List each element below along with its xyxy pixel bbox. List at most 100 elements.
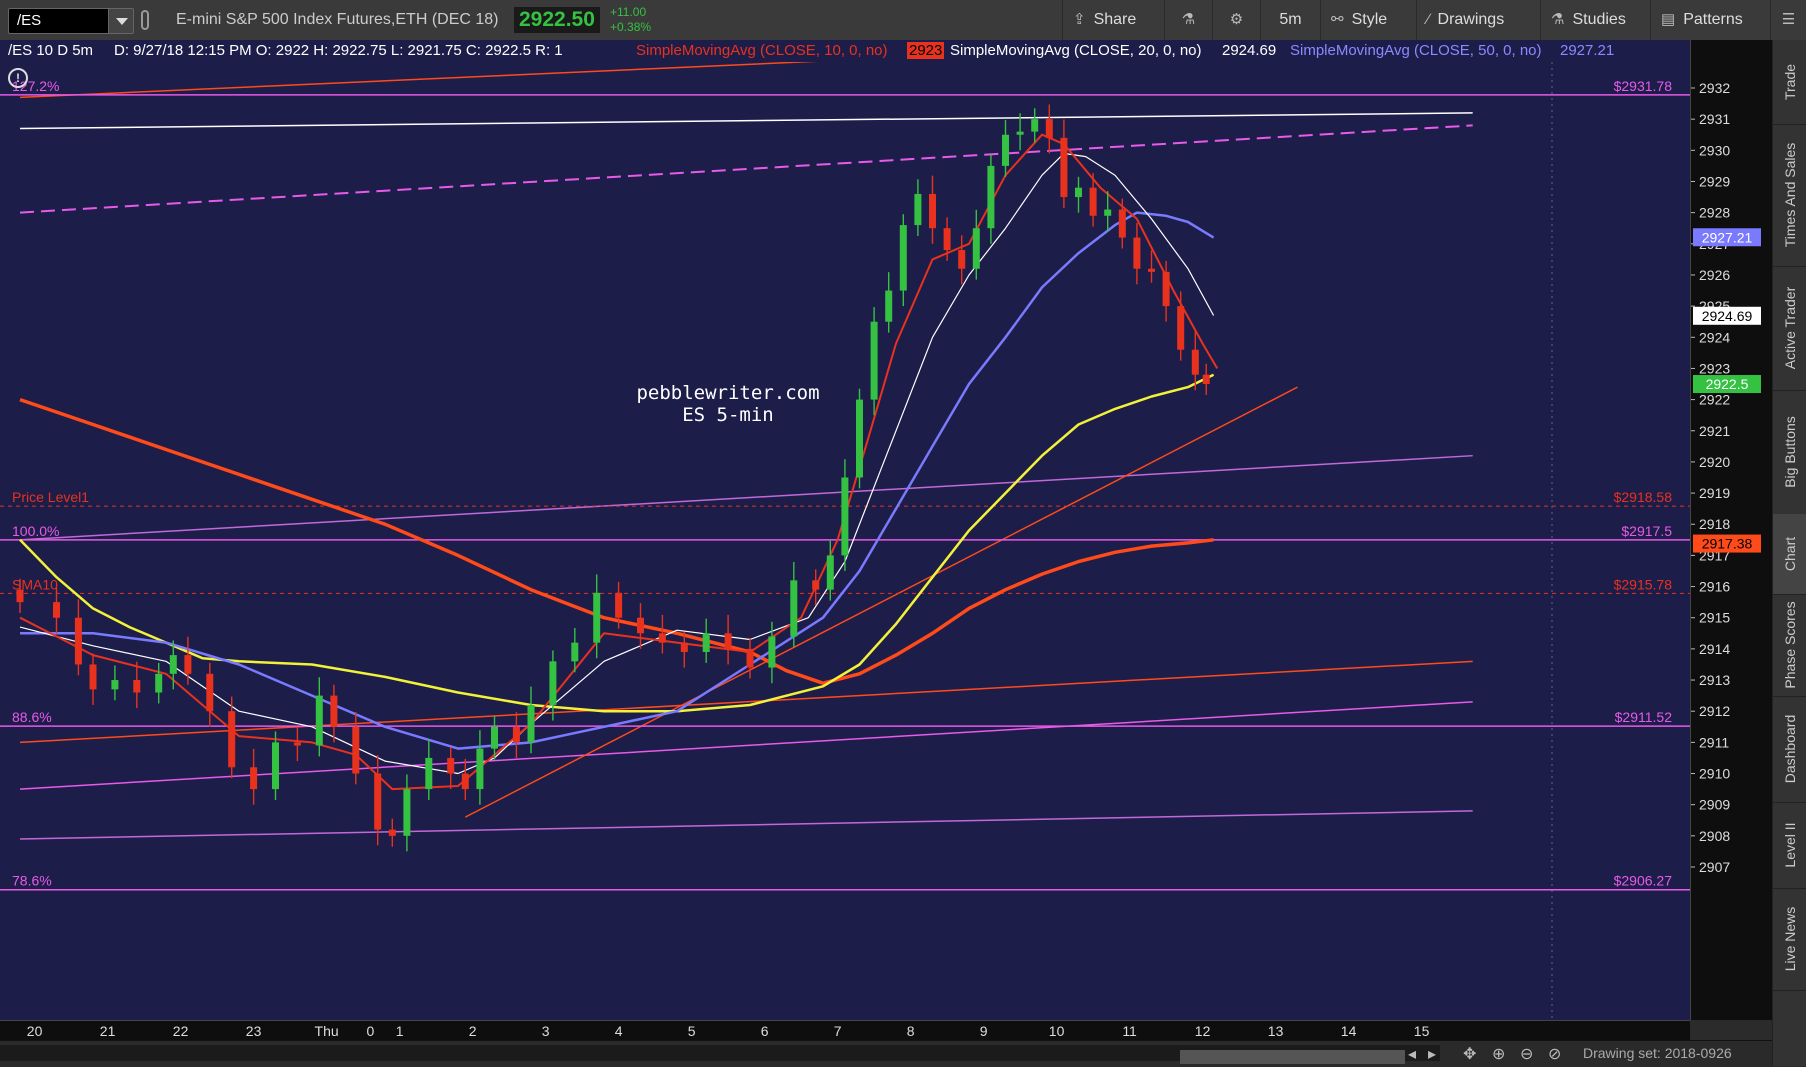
right-sidebar: Trade Times And Sales Active Trader Big But…	[1772, 40, 1806, 1066]
candle-body	[155, 673, 163, 693]
tab-label: Big Buttons	[1782, 416, 1798, 488]
menu-button[interactable]: ☰	[1770, 0, 1806, 40]
info-icon[interactable]: !	[8, 68, 28, 88]
tab-times-and-sales[interactable]: Times And Sales	[1773, 124, 1806, 267]
candle-body	[826, 555, 834, 590]
tab-level-ii[interactable]: Level II	[1773, 802, 1806, 889]
price-badge-label: 2922.5	[1706, 376, 1749, 392]
x-tick-label: 23	[246, 1023, 262, 1039]
y-tick-label: 2926	[1699, 267, 1730, 283]
x-tick-label: 6	[761, 1023, 769, 1039]
watermark-line1: pebblewriter.com	[636, 382, 820, 404]
candle-body	[549, 661, 557, 705]
share-label: Share	[1093, 11, 1137, 28]
candle-body	[1177, 306, 1185, 350]
price-level-value: $2917.5	[1621, 523, 1672, 539]
candle-body	[841, 477, 849, 556]
drawings-button[interactable]: ∕ Drawings	[1416, 0, 1540, 40]
time-axis[interactable]: 20 21 22 23 Thu 0 1 2 3 4 5 6 7 8 9 10 11 12 13 14 15	[0, 1020, 1690, 1041]
price-axis-svg: 2907 2908 2909 2910 2911 2912 2913 2914 2915 2916…	[1691, 80, 1761, 875]
zoom-in-icon[interactable]: ⊕	[1492, 1044, 1505, 1064]
price-level-label: Price Level1	[12, 489, 89, 505]
sma50-label[interactable]: SimpleMovingAvg (CLOSE, 50, 0, no)	[1290, 42, 1542, 59]
y-tick-label: 2911	[1699, 734, 1729, 750]
candle-body	[491, 726, 498, 749]
style-button[interactable]: ⚯ Style	[1320, 0, 1416, 40]
zoom-fit-icon[interactable]: ⊘	[1548, 1044, 1561, 1064]
symbol-input[interactable]: /ES	[17, 12, 41, 29]
pan-icon[interactable]: ✥	[1463, 1044, 1476, 1064]
y-tick-label: 2908	[1699, 828, 1730, 844]
horizontal-scrollbar[interactable]	[0, 1045, 1440, 1064]
symbol-dropdown-icon[interactable]	[108, 9, 133, 33]
x-tick-label: 22	[173, 1023, 189, 1039]
net-change: +11.00	[610, 5, 647, 19]
symbol-period: /ES 10 D 5m	[8, 42, 94, 59]
price-axis[interactable]: 2907 2908 2909 2910 2911 2912 2913 2914 2915 2916…	[1690, 40, 1773, 1020]
tab-dashboard[interactable]: Dashboard	[1773, 696, 1806, 803]
candle-body	[293, 742, 301, 746]
sma20-label[interactable]: SimpleMovingAvg (CLOSE, 20, 0, no)	[950, 42, 1202, 59]
candle-body	[1031, 119, 1039, 132]
candle-body	[169, 655, 177, 674]
trendline	[464, 386, 1298, 818]
candle-body	[768, 636, 776, 668]
candle-body	[1202, 374, 1210, 385]
tab-chart[interactable]: Chart	[1773, 514, 1806, 595]
trendline	[19, 124, 1473, 214]
candle-body	[527, 704, 535, 743]
candle-body	[111, 680, 119, 690]
candle-body	[885, 290, 893, 322]
x-tick-label: 11	[1122, 1023, 1137, 1039]
tab-label: Level II	[1782, 822, 1798, 868]
price-change: +11.00 +0.38%	[610, 5, 651, 35]
candle-body	[637, 617, 644, 634]
candle-body	[1089, 187, 1097, 216]
zoom-out-icon[interactable]: ⊖	[1520, 1044, 1533, 1064]
scroll-left-icon[interactable]: ◂	[1408, 1044, 1416, 1064]
y-tick-label: 2918	[1699, 516, 1730, 532]
tab-trade[interactable]: Trade	[1773, 40, 1806, 125]
sma-orange-line	[19, 397, 1214, 685]
candle-body	[447, 757, 455, 774]
x-tick-label: Thu	[315, 1023, 339, 1039]
tab-label: Active Trader	[1782, 286, 1798, 370]
timeframe-label: 5m	[1279, 11, 1302, 28]
share-button[interactable]: ⇪ Share	[1062, 0, 1164, 40]
y-tick-label: 2919	[1699, 485, 1730, 501]
tab-live-news[interactable]: Live News	[1773, 888, 1806, 991]
candle-body	[987, 165, 995, 229]
y-tick-label: 2932	[1699, 80, 1730, 96]
tab-big-buttons[interactable]: Big Buttons	[1773, 390, 1806, 515]
style-label: Style	[1351, 11, 1388, 28]
scrollbar-thumb[interactable]	[1180, 1050, 1405, 1064]
candle-body	[1075, 187, 1082, 198]
candle-body	[1162, 271, 1170, 307]
y-tick-label: 2910	[1699, 766, 1730, 782]
link-icon[interactable]	[141, 10, 149, 30]
x-tick-label: 3	[542, 1023, 550, 1039]
symbol-selector[interactable]: /ES	[8, 8, 134, 34]
candle-body	[1104, 209, 1112, 216]
scroll-right-icon[interactable]: ▸	[1428, 1044, 1436, 1064]
settings-button[interactable]: ⚙	[1212, 0, 1260, 40]
candle-body	[352, 726, 360, 774]
drawings-label: Drawings	[1437, 11, 1505, 28]
candle-body	[1016, 131, 1024, 135]
tab-phase-scores[interactable]: Phase Scores	[1773, 594, 1806, 697]
flask-icon: ⚗	[1181, 11, 1196, 28]
candle-body	[330, 695, 338, 727]
flask-button[interactable]: ⚗	[1164, 0, 1212, 40]
patterns-button[interactable]: ▤ Patterns	[1650, 0, 1770, 40]
flask-studies-icon: ⚗	[1551, 11, 1565, 28]
price-chart-area[interactable]: 127.2% $2931.78 Price Level1 $2918.58 100.0%…	[0, 62, 1690, 1020]
candle-body	[53, 602, 60, 618]
sma10-label[interactable]: SimpleMovingAvg (CLOSE, 10, 0, no)	[636, 42, 888, 59]
x-tick-label: 9	[980, 1023, 988, 1039]
x-tick-label: 13	[1268, 1023, 1284, 1039]
tab-active-trader[interactable]: Active Trader	[1773, 266, 1806, 391]
drawing-set-label[interactable]: Drawing set: 2018-0926	[1583, 1045, 1732, 1061]
candle-body	[571, 642, 579, 662]
timeframe-button[interactable]: 5m	[1260, 0, 1320, 40]
studies-button[interactable]: ⚗ Studies	[1540, 0, 1650, 40]
